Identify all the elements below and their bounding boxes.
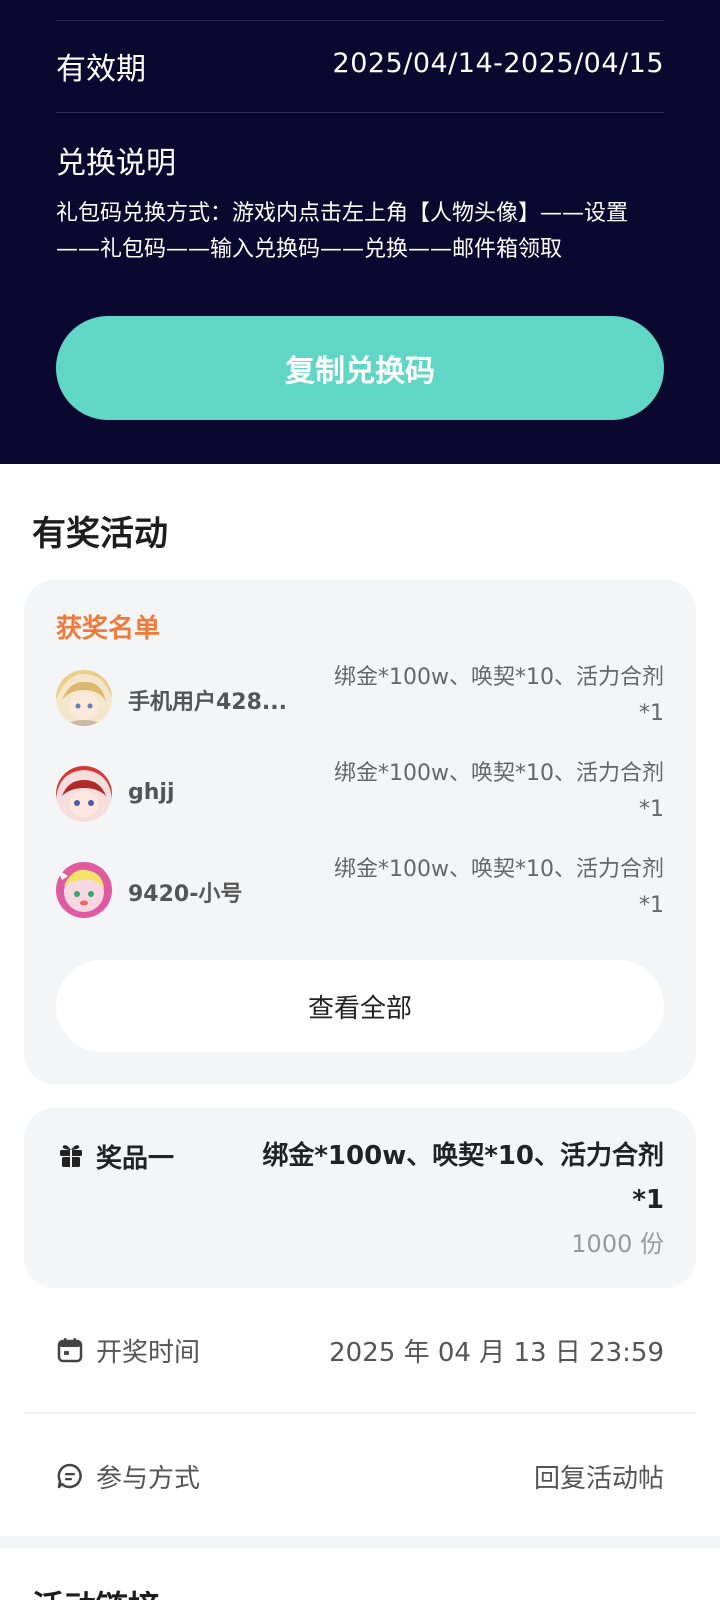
validity-label: 有效期 (56, 52, 146, 87)
draw-time-row: 开奖时间 2025 年 04 月 13 日 23:59 (56, 1330, 664, 1370)
avatar[interactable] (56, 862, 112, 918)
draw-time-label: 开奖时间 (96, 1338, 201, 1368)
validity-value: 2025/04/14-2025/04/15 (332, 48, 664, 79)
winner-row: 9420-小号 绑金*100w、唤契*10、活力合剂*1 (56, 852, 664, 932)
prize-label: 奖品一 (96, 1144, 175, 1174)
divider (24, 1412, 696, 1414)
winner-name: 9420-小号 (128, 882, 243, 907)
winner-name: ghjj (128, 780, 175, 805)
draw-time-value: 2025 年 04 月 13 日 23:59 (329, 1338, 664, 1368)
prize-name: 绑金*100w、唤契*10、活力合剂*1 (262, 1141, 664, 1215)
winners-card: 获奖名单 手机用户428... 绑金*100w、唤契*10、活力合剂*1 ghj… (24, 580, 696, 1084)
participation-value: 回复活动帖 (533, 1464, 664, 1494)
calendar-icon (56, 1336, 84, 1364)
view-all-button[interactable]: 查看全部 (56, 960, 664, 1052)
section-title: 有奖活动 (32, 514, 168, 554)
divider (56, 112, 664, 113)
winner-prize: 绑金*100w、唤契*10、活力合剂*1 (334, 761, 664, 822)
winners-title: 获奖名单 (56, 614, 161, 644)
gift-icon (58, 1142, 84, 1168)
prize-card: 奖品一 绑金*100w、唤契*10、活力合剂*1 1000 份 (24, 1108, 696, 1288)
avatar[interactable] (56, 670, 112, 726)
winner-row: 手机用户428... 绑金*100w、唤契*10、活力合剂*1 (56, 660, 664, 740)
redeem-code-panel: 有效期 2025/04/14-2025/04/15 兑换说明 礼包码兑换方式：游… (0, 0, 720, 464)
instructions-text: 礼包码兑换方式：游戏内点击左上角【人物头像】——设置——礼包码——输入兑换码——… (56, 201, 629, 262)
copy-code-button[interactable]: 复制兑换码 (56, 316, 664, 420)
winner-prize: 绑金*100w、唤契*10、活力合剂*1 (334, 665, 664, 726)
instructions-title: 兑换说明 (56, 146, 176, 181)
section-separator (0, 1536, 720, 1548)
winner-prize: 绑金*100w、唤契*10、活力合剂*1 (334, 857, 664, 918)
divider (56, 20, 664, 21)
prize-count: 1000 份 (571, 1230, 664, 1258)
participation-label: 参与方式 (96, 1464, 201, 1494)
chat-bubble-icon (56, 1462, 84, 1490)
winner-row: ghjj 绑金*100w、唤契*10、活力合剂*1 (56, 756, 664, 836)
participation-row: 参与方式 回复活动帖 (56, 1456, 664, 1496)
winner-name: 手机用户428... (128, 690, 287, 715)
next-section-title: 活动链接 (32, 1582, 160, 1600)
avatar[interactable] (56, 766, 112, 822)
